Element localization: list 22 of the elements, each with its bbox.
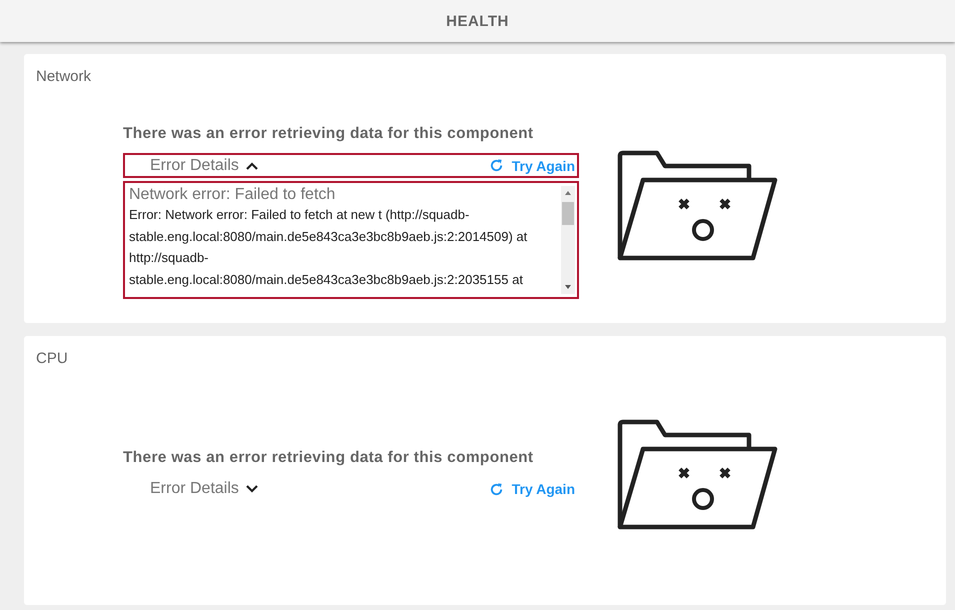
error-trace-line: stable.eng.local:8080/main.de5e843ca3e3bc8b9aeb.js:2:2035155 at	[129, 270, 524, 289]
panel-title: CPU	[36, 350, 69, 367]
panel-title: Network	[36, 68, 92, 85]
error-details-toggle[interactable]: Error Details	[125, 480, 258, 498]
error-trace-line: http://squadb-	[129, 249, 210, 267]
error-title: Network error: Failed to fetch	[129, 186, 336, 204]
error-message: There was an error retrieving data for this component	[123, 125, 534, 143]
try-again-button[interactable]: Try Again	[488, 158, 577, 174]
error-message: There was an error retrieving data for this component	[123, 448, 534, 466]
error-details-toggle[interactable]: Error Details	[125, 156, 258, 174]
chevron-down-icon	[246, 485, 258, 493]
scrollbar[interactable]	[561, 186, 575, 294]
refresh-icon	[488, 158, 504, 173]
error-trace-line: stable.eng.local:8080/main.de5e843ca3e3bc8b9aeb.js:2:2014509) at	[129, 228, 528, 246]
scroll-thumb[interactable]	[562, 202, 574, 225]
scroll-down-icon[interactable]	[564, 284, 572, 290]
refresh-icon	[488, 482, 504, 496]
try-again-button[interactable]: Try Again	[488, 481, 577, 497]
error-trace-line: Error: Network error: Failed to fetch at new t (http://squadb-	[129, 206, 470, 224]
chevron-up-icon	[246, 162, 258, 170]
scroll-up-icon[interactable]	[564, 190, 572, 196]
page-title: HEALTH	[446, 12, 509, 30]
